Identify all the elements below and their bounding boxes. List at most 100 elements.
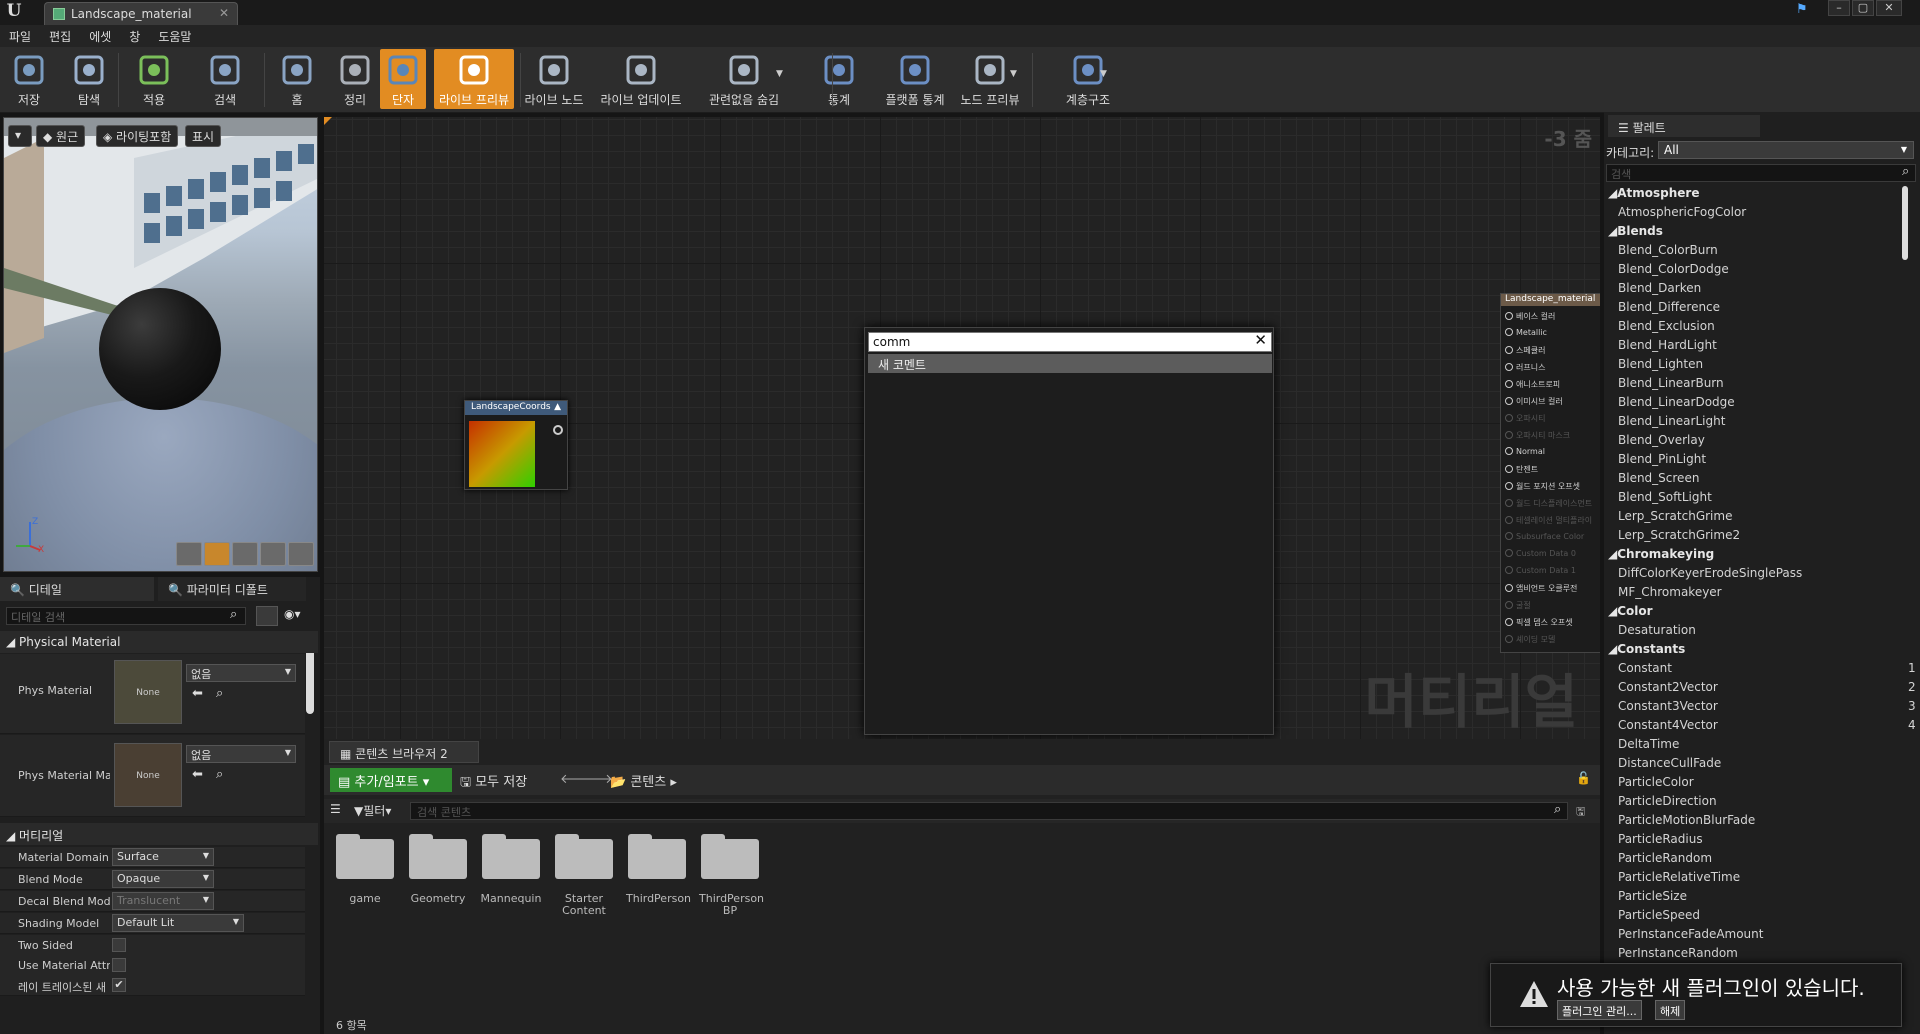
preview-sphere-icon[interactable] — [204, 542, 230, 566]
material-input-pin[interactable]: Metallic — [1505, 328, 1547, 340]
palette-item[interactable]: Lerp_ScratchGrime2 — [1618, 528, 1740, 542]
palette-item[interactable]: Constant 1 — [1618, 661, 1916, 675]
collapse-arrow-icon[interactable]: ▲ — [554, 402, 561, 412]
folder-item[interactable]: ThirdPerson — [626, 834, 691, 905]
preview-plane-icon[interactable] — [232, 542, 258, 566]
material-input-pin[interactable]: 러프니스 — [1505, 362, 1545, 374]
material-input-pin[interactable]: Normal — [1505, 447, 1545, 459]
palette-item[interactable]: Blend_Lighten — [1618, 357, 1703, 371]
material-input-pin[interactable]: 스페큘러 — [1505, 345, 1545, 357]
grid-view-icon[interactable] — [256, 606, 278, 626]
palette-item[interactable]: PerInstanceFadeAmount — [1618, 927, 1763, 941]
palette-item[interactable]: MF_Chromakeyer — [1618, 585, 1722, 599]
minimize-button[interactable]: – — [1828, 0, 1850, 16]
dropdown-arrow-icon[interactable]: ▼ — [776, 69, 783, 79]
palette-item[interactable]: Blend_ColorBurn — [1618, 243, 1718, 257]
property-checkbox[interactable]: ✔ — [112, 978, 126, 992]
material-input-pin[interactable]: 굴절 — [1505, 600, 1531, 612]
toolbar-button-browse[interactable]: 탐색 — [62, 49, 116, 109]
toolbar-button-live-preview[interactable]: 라이브 프리뷰 — [434, 49, 514, 109]
category-combo[interactable]: All — [1658, 141, 1914, 159]
toolbar-button-live-update[interactable]: 라이브 업데이트 — [598, 49, 684, 109]
phys-material-combo[interactable]: 없음 — [186, 664, 296, 682]
eye-icon[interactable]: ◉▾ — [284, 607, 301, 621]
use-selected-arrow-icon[interactable]: ⬅ — [192, 686, 203, 701]
property-combo[interactable]: Surface — [112, 848, 214, 866]
toolbar-button-hide-unrelated[interactable]: 관련없음 숨김 — [690, 49, 798, 109]
phys-material-thumbnail[interactable]: None — [114, 660, 182, 724]
action-search-input[interactable] — [868, 332, 1272, 352]
document-tab[interactable]: Landscape_material ✕ — [44, 2, 238, 25]
material-graph[interactable]: -3 줌 머티리얼 LandscapeCoords▲ ✕ 새 코멘트 Lands… — [324, 117, 1600, 739]
material-input-pin[interactable]: 이미시브 컬러 — [1505, 396, 1563, 408]
viewport-options-dropdown[interactable]: ▾ — [8, 125, 32, 147]
palette-category[interactable]: ◢Blends — [1608, 224, 1663, 238]
toolbar-button-hierarchy[interactable]: 계층구조 — [1050, 49, 1126, 109]
maximize-button[interactable]: ▢ — [1852, 0, 1874, 16]
palette-category[interactable]: ◢Atmosphere — [1608, 186, 1699, 200]
property-checkbox[interactable] — [112, 958, 126, 972]
material-input-pin[interactable]: 베이스 컬러 — [1505, 311, 1555, 323]
palette-item[interactable]: Blend_LinearBurn — [1618, 376, 1724, 390]
palette-item[interactable]: DistanceCullFade — [1618, 756, 1721, 770]
palette-item[interactable]: AtmosphericFogColor — [1618, 205, 1746, 219]
menu-item[interactable]: 편집 — [40, 25, 80, 45]
palette-item[interactable]: Blend_PinLight — [1618, 452, 1706, 466]
palette-item[interactable]: PerInstanceRandom — [1618, 946, 1738, 960]
dropdown-arrow-icon[interactable]: ▼ — [1100, 69, 1107, 79]
material-input-pin[interactable]: 셰이딩 모델 — [1505, 634, 1555, 646]
manage-plugins-button[interactable]: 플러그인 관리... — [1557, 1000, 1642, 1020]
palette-category[interactable]: ◢Color — [1608, 604, 1653, 618]
section-material[interactable]: ◢ 머티리얼 — [0, 823, 318, 845]
material-output-node[interactable]: Landscape_material 베이스 컬러 Metallic 스페큘러 러프니… — [1500, 293, 1600, 653]
folder-item[interactable]: Mannequin — [480, 834, 542, 905]
preview-cube-icon[interactable] — [260, 542, 286, 566]
palette-item[interactable]: Blend_LinearDodge — [1618, 395, 1735, 409]
palette-item[interactable]: Blend_Darken — [1618, 281, 1701, 295]
palette-item[interactable]: ParticleMotionBlurFade — [1618, 813, 1755, 827]
palette-item[interactable]: Constant2Vector 2 — [1618, 680, 1916, 694]
material-input-pin[interactable]: 픽셀 뎁스 오프셋 — [1505, 617, 1573, 629]
palette-item[interactable]: ParticleRandom — [1618, 851, 1712, 865]
material-input-pin[interactable]: 오파시티 마스크 — [1505, 430, 1570, 442]
palette-item[interactable]: Blend_Screen — [1618, 471, 1699, 485]
toolbar-button-connectors[interactable]: 단자 — [380, 49, 426, 109]
material-input-pin[interactable]: 테셀레이션 멀티플라이 — [1505, 515, 1592, 527]
phys-material-map-thumbnail[interactable]: None — [114, 743, 182, 807]
perspective-button[interactable]: ◆ 원근 — [36, 125, 86, 147]
content-browser-tab[interactable]: ▦ 콘텐츠 브라우저 2 — [329, 741, 479, 763]
palette-item[interactable]: Constant4Vector 4 — [1618, 718, 1916, 732]
toolbar-button-save[interactable]: 저장 — [4, 49, 54, 109]
forward-arrow-icon[interactable]: 🡒 — [578, 771, 613, 787]
material-input-pin[interactable]: 월드 포지션 오프셋 — [1505, 481, 1580, 493]
material-input-pin[interactable]: 탄젠트 — [1505, 464, 1538, 476]
palette-item[interactable]: DeltaTime — [1618, 737, 1679, 751]
preview-viewport[interactable]: ▾ ◆ 원근 ◈ 라이팅포함 표시 ZX — [3, 117, 318, 572]
clear-search-icon[interactable]: ✕ — [1254, 331, 1267, 349]
palette-item[interactable]: ParticleDirection — [1618, 794, 1717, 808]
tab-param-defaults[interactable]: 🔍 파라미터 디폴트 — [158, 577, 306, 601]
folder-item[interactable]: ThirdPerson BP — [699, 834, 764, 917]
preview-cylinder-icon[interactable] — [176, 542, 202, 566]
folder-item[interactable]: game — [334, 834, 396, 905]
toolbar-button-node-preview[interactable]: 노드 프리뷰 — [950, 49, 1030, 109]
lighting-button[interactable]: ◈ 라이팅포함 — [96, 125, 179, 147]
material-input-pin[interactable]: 앰비언트 오클루전 — [1505, 583, 1577, 595]
property-combo[interactable]: Translucent — [112, 892, 214, 910]
palette-item[interactable]: Blend_ColorDodge — [1618, 262, 1729, 276]
palette-category[interactable]: ◢Chromakeying — [1608, 547, 1714, 561]
close-tab-icon[interactable]: ✕ — [219, 6, 229, 20]
folder-item[interactable]: Starter Content — [553, 834, 615, 917]
palette-item[interactable]: ParticleSize — [1618, 889, 1687, 903]
details-search-input[interactable]: 디테일 검색 — [6, 607, 246, 625]
save-search-icon[interactable]: 🖫 — [1576, 803, 1585, 822]
palette-scrollbar[interactable] — [1902, 186, 1908, 260]
palette-item[interactable]: Blend_Overlay — [1618, 433, 1705, 447]
use-selected-arrow-icon[interactable]: ⬅ — [192, 767, 203, 782]
add-import-button[interactable]: ▤ 추가/임포트 ▾ — [330, 768, 452, 792]
menu-item[interactable]: 에셋 — [80, 25, 120, 45]
material-input-pin[interactable]: 오파시티 — [1505, 413, 1545, 425]
material-input-pin[interactable]: Custom Data 0 — [1505, 549, 1576, 561]
palette-category[interactable]: ◢Constants — [1608, 642, 1685, 656]
phys-material-map-combo[interactable]: 없음 — [186, 745, 296, 763]
